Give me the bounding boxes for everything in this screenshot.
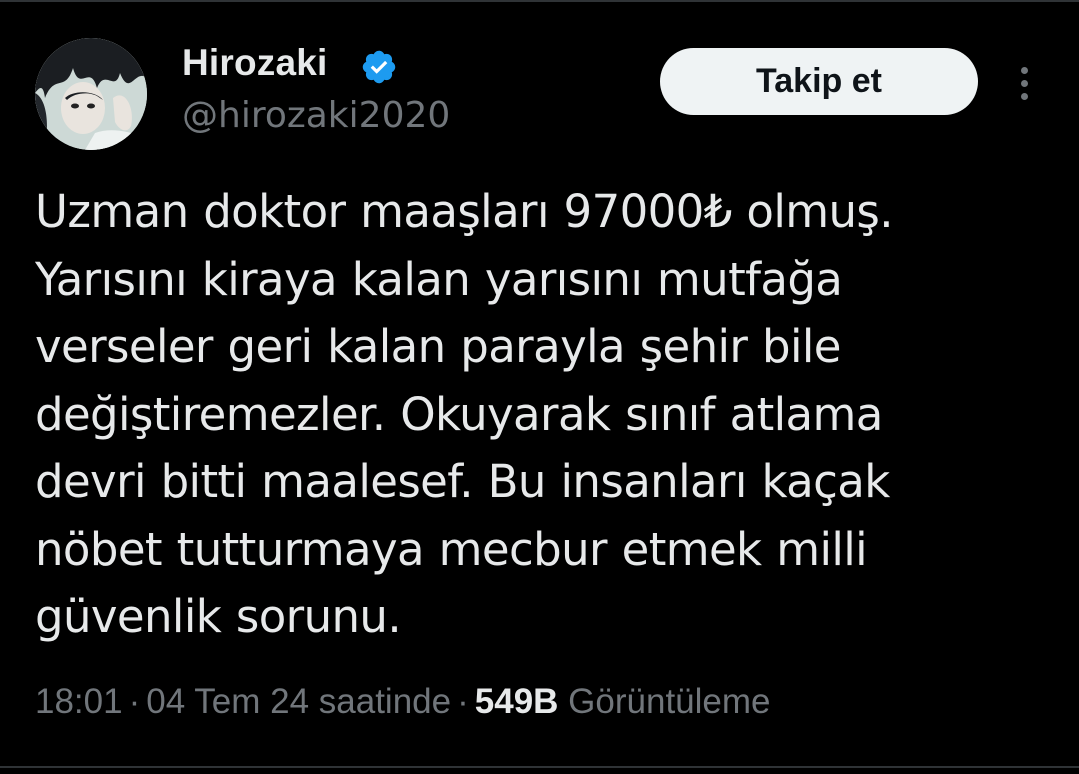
tweet-date[interactable]: 04 Tem 24 saatinde [146,682,451,721]
tweet-text-line: güvenlik sorunu. [35,590,402,643]
tweet-text-line: değiştiremezler. Okuyarak sınıf atlama [35,387,883,441]
avatar[interactable] [35,38,147,150]
views-label: Görüntüleme [568,682,771,721]
dot [1020,92,1028,100]
verified-badge-icon [362,50,396,84]
more-options-icon[interactable] [1005,60,1043,106]
tweet-text: Uzman doktor maaşları 97000₺ olmuş. Yarı… [35,178,1045,651]
bottom-divider [0,766,1079,768]
tweet-text-line: Uzman doktor maaşları 97000₺ olmuş. [35,185,894,238]
tweet-text-line: Yarısını kiraya kalan yarısını mutfağa [35,252,843,306]
meta-separator: · [457,682,469,721]
follow-button[interactable]: Takip et [660,48,978,115]
dot [1020,66,1028,74]
avatar-image [35,38,147,150]
tweet-text-line: nöbet tutturmaya mecbur etmek milli [35,522,868,576]
handle[interactable]: @hirozaki2020 [182,95,450,136]
dot [1020,79,1028,87]
display-name[interactable]: Hirozaki [182,42,328,84]
tweet-meta: 18:01 · 04 Tem 24 saatinde · 549B Görüntülem… [35,682,771,722]
meta-separator: · [128,682,141,721]
top-divider [0,0,1079,2]
views-count: 549B [474,682,559,721]
tweet-text-line: devri bitti maalesef. Bu insanları kaçak [35,455,890,508]
tweet-card: Hirozaki @hirozaki2020 Takip et Uzman do… [0,0,1079,774]
tweet-time[interactable]: 18:01 [35,682,123,721]
tweet-text-line: verseler geri kalan parayla şehir bile [35,320,841,373]
